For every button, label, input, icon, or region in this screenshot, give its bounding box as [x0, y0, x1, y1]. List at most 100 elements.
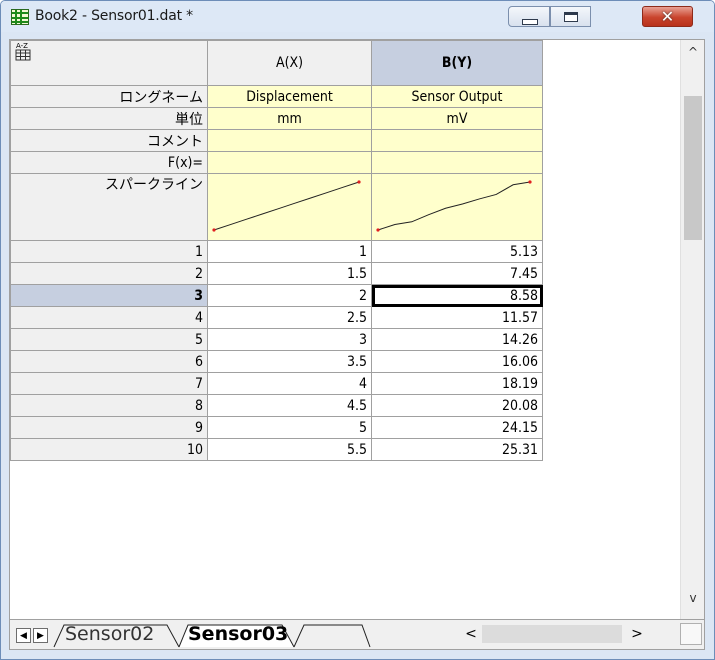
table-row: 7 4 18.19 — [10, 372, 683, 395]
comment-a[interactable] — [207, 129, 372, 152]
corner-label: A-Z — [16, 42, 28, 50]
row-index[interactable]: 4 — [10, 306, 208, 329]
row-label-comment[interactable]: コメント — [10, 129, 208, 152]
cell-b[interactable]: 11.57 — [371, 306, 543, 329]
empty-cell — [542, 173, 683, 241]
units-a[interactable]: mm — [207, 107, 372, 130]
units-b[interactable]: mV — [371, 107, 543, 130]
column-header-b[interactable]: B(Y) — [371, 40, 543, 86]
cell-a[interactable]: 1.5 — [207, 262, 372, 285]
cell-b[interactable]: 25.31 — [371, 438, 543, 461]
row-index[interactable]: 7 — [10, 372, 208, 395]
table-row: 4 2.5 11.57 — [10, 306, 683, 329]
cell-a[interactable]: 2 — [207, 284, 372, 307]
next-sheet-icon[interactable]: ▶ — [33, 628, 48, 643]
sheet-tab-sensor03[interactable]: Sensor03 — [188, 623, 288, 645]
horizontal-scrollbar[interactable]: < > — [462, 623, 667, 645]
scroll-right-icon[interactable]: > — [628, 623, 646, 645]
scroll-up-icon[interactable]: ^ — [681, 40, 704, 64]
minimize-icon — [522, 19, 538, 25]
cell-b[interactable]: 18.19 — [371, 372, 543, 395]
row-index[interactable]: 1 — [10, 240, 208, 263]
sparkline-a[interactable] — [207, 173, 372, 241]
row-index[interactable]: 5 — [10, 328, 208, 351]
empty-cell — [542, 40, 683, 86]
table-row: 8 4.5 20.08 — [10, 394, 683, 417]
active-cell-b[interactable]: 8.58 — [371, 284, 543, 307]
scroll-down-icon[interactable]: v — [681, 586, 704, 610]
empty-cell — [542, 394, 683, 417]
row-index[interactable]: 2 — [10, 262, 208, 285]
fx-b[interactable] — [371, 151, 543, 174]
horizontal-scroll-thumb[interactable] — [482, 625, 622, 643]
maximize-icon — [564, 12, 578, 22]
row-label-sparkline[interactable]: スパークライン — [10, 173, 208, 241]
scroll-left-icon[interactable]: < — [462, 623, 480, 645]
empty-cell — [542, 240, 683, 263]
row-label-long-name[interactable]: ロングネーム — [10, 85, 208, 108]
vertical-scrollbar[interactable]: ^ v — [680, 40, 704, 619]
sparkline-endpoint — [357, 180, 361, 184]
cell-b[interactable]: 7.45 — [371, 262, 543, 285]
long-name-b[interactable]: Sensor Output — [371, 85, 543, 108]
corner-cell[interactable]: A-Z — [10, 40, 208, 86]
row-index[interactable]: 9 — [10, 416, 208, 439]
workbook-window: Book2 - Sensor01.dat * ✕ A-Z A(X) B(Y) ロ… — [0, 0, 715, 660]
empty-cell — [542, 85, 683, 108]
sparkline-b-chart — [376, 180, 532, 232]
sheet-tab-sensor02[interactable]: Sensor02 — [65, 623, 154, 645]
cell-b[interactable]: 16.06 — [371, 350, 543, 373]
row-index[interactable]: 3 — [10, 284, 208, 307]
cell-a[interactable]: 4 — [207, 372, 372, 395]
empty-cell — [542, 438, 683, 461]
cell-a[interactable]: 5 — [207, 416, 372, 439]
table-row: 1 1 5.13 — [10, 240, 683, 263]
close-icon: ✕ — [660, 7, 675, 26]
cell-a[interactable]: 4.5 — [207, 394, 372, 417]
empty-cell — [542, 107, 683, 130]
empty-cell — [542, 129, 683, 152]
cell-a[interactable]: 5.5 — [207, 438, 372, 461]
sparkline-path — [377, 181, 531, 231]
close-button[interactable]: ✕ — [642, 6, 693, 27]
row-index[interactable]: 8 — [10, 394, 208, 417]
resize-grip-icon[interactable] — [680, 623, 702, 645]
sort-grid-icon: A-Z — [15, 42, 31, 61]
row-index[interactable]: 6 — [10, 350, 208, 373]
sparkline-b[interactable] — [371, 173, 543, 241]
long-name-a[interactable]: Displacement — [207, 85, 372, 108]
fx-a[interactable] — [207, 151, 372, 174]
row-label-fx[interactable]: F(x)= — [10, 151, 208, 174]
table-row: 9 5 24.15 — [10, 416, 683, 439]
prev-sheet-icon[interactable]: ◀ — [16, 628, 31, 643]
cell-a[interactable]: 3 — [207, 328, 372, 351]
vertical-scroll-thumb[interactable] — [684, 96, 702, 240]
empty-cell — [542, 262, 683, 285]
empty-cell — [542, 350, 683, 373]
comment-b[interactable] — [371, 129, 543, 152]
sparkline-endpoint — [376, 228, 380, 232]
cell-a[interactable]: 2.5 — [207, 306, 372, 329]
minimize-button[interactable] — [508, 6, 550, 27]
cell-a[interactable]: 1 — [207, 240, 372, 263]
sparkline-endpoint — [528, 180, 532, 184]
table-row: 10 5.5 25.31 — [10, 438, 683, 461]
table-row: 6 3.5 16.06 — [10, 350, 683, 373]
cell-b[interactable]: 14.26 — [371, 328, 543, 351]
worksheet-grid[interactable]: A-Z A(X) B(Y) ロングネーム Displacement Sensor… — [9, 39, 705, 620]
cell-a[interactable]: 3.5 — [207, 350, 372, 373]
title-bar[interactable]: Book2 - Sensor01.dat * ✕ — [1, 1, 714, 32]
empty-cell — [542, 328, 683, 351]
column-header-a[interactable]: A(X) — [207, 40, 372, 86]
row-index[interactable]: 10 — [10, 438, 208, 461]
worksheet-table: A-Z A(X) B(Y) ロングネーム Displacement Sensor… — [10, 40, 683, 461]
sparkline-endpoint — [212, 228, 216, 232]
cell-b[interactable]: 5.13 — [371, 240, 543, 263]
empty-cell — [542, 151, 683, 174]
sheet-tab-bar: ◀ ▶ Sensor02 Sensor03 < > — [9, 620, 705, 650]
cell-b[interactable]: 20.08 — [371, 394, 543, 417]
empty-cell — [542, 284, 683, 307]
maximize-button[interactable] — [550, 6, 591, 27]
cell-b[interactable]: 24.15 — [371, 416, 543, 439]
row-label-units[interactable]: 単位 — [10, 107, 208, 130]
